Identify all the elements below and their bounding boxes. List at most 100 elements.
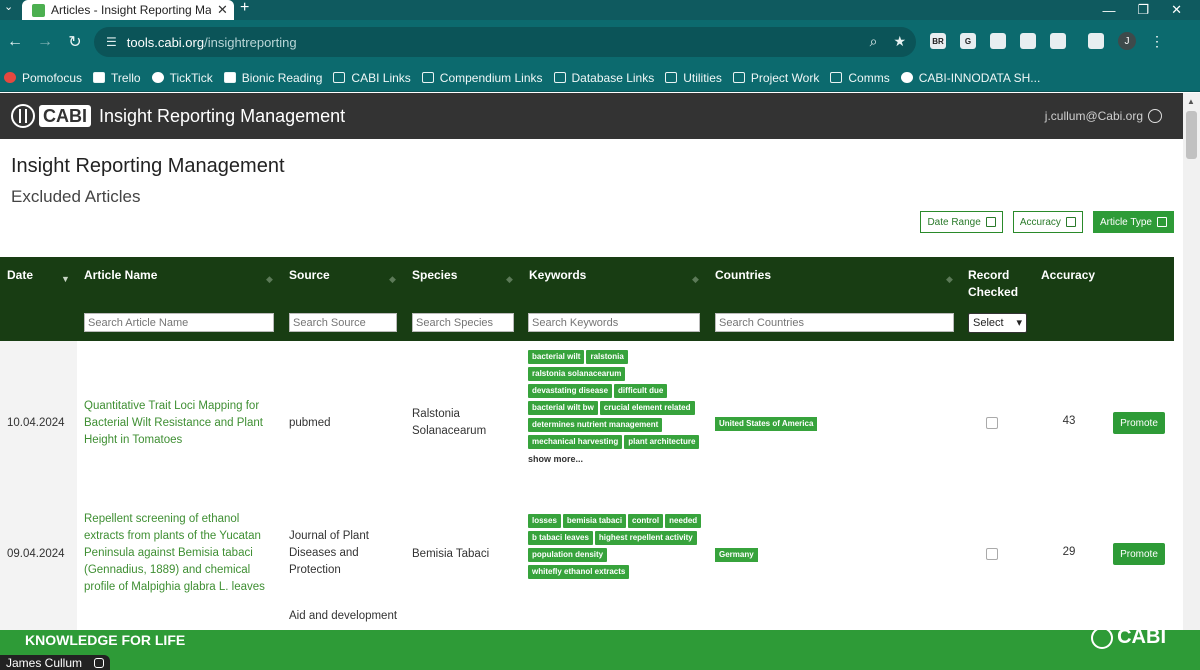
promote-button[interactable]: Promote xyxy=(1113,543,1165,565)
browser-tab-articles[interactable]: Articles - Insight Reporting Mar ✕ xyxy=(22,0,234,20)
sort-icon[interactable]: ◆ xyxy=(692,274,699,285)
article-name-link[interactable]: Quantitative Trait Loci Mapping for Bact… xyxy=(84,398,274,449)
species-cell: Bemisia Tabaci xyxy=(412,548,490,560)
sort-icon[interactable]: ◆ xyxy=(506,274,513,285)
table-header: Date ▼ Article Name ◆ Source ◆ Species ◆… xyxy=(0,257,1174,341)
sort-desc-icon[interactable]: ▼ xyxy=(61,274,70,284)
bookmark-folder-database-links[interactable]: Database Links xyxy=(552,71,664,85)
address-bar[interactable]: ☰ tools.cabi.org/insightreporting ⌕ ★ xyxy=(94,27,916,57)
date-range-button[interactable]: Date Range xyxy=(920,211,1003,233)
keyword-tag: ralstonia solanacearum xyxy=(528,367,626,381)
column-header-article-name[interactable]: Article Name xyxy=(84,267,157,284)
date-range-label: Date Range xyxy=(927,216,981,228)
article-line[interactable]: Height in Tomatoes xyxy=(84,432,274,449)
bookmark-label: Bionic Reading xyxy=(241,70,323,85)
article-line[interactable]: extracts from plants of the Yucatan xyxy=(84,528,274,545)
source-cell: Aid and development xyxy=(289,610,398,622)
tab-search-icon[interactable]: ⌄ xyxy=(4,0,13,13)
sort-icon[interactable]: ◆ xyxy=(946,274,953,285)
forward-icon[interactable]: → xyxy=(30,33,60,51)
article-line[interactable]: profile of Malpighia glabra L. leaves xyxy=(84,579,274,596)
search-keywords-input[interactable] xyxy=(528,313,700,332)
record-checked-checkbox[interactable] xyxy=(986,417,998,429)
bookmark-cabi-innodata[interactable]: CABI-INNODATA SH... xyxy=(899,71,1050,85)
minimize-icon[interactable]: — xyxy=(1102,3,1115,18)
column-header-source[interactable]: Source xyxy=(289,267,330,284)
profile-avatar[interactable]: J xyxy=(1118,32,1136,50)
search-article-name-input[interactable] xyxy=(84,313,274,332)
zoom-icon[interactable]: ⌕ xyxy=(870,33,878,50)
record-checked-select[interactable]: Select xyxy=(968,313,1027,333)
browser-toolbar: ← → ↻ ☰ tools.cabi.org/insightreporting … xyxy=(0,20,1200,64)
column-header-accuracy[interactable]: Accuracy xyxy=(1041,267,1095,284)
column-header-species[interactable]: Species xyxy=(412,267,457,284)
user-account-icon[interactable] xyxy=(1148,109,1162,123)
tab-title: Articles - Insight Reporting Mar xyxy=(51,3,211,17)
user-email[interactable]: j.cullum@Cabi.org xyxy=(1045,109,1143,123)
keyword-tag: highest repellent activity xyxy=(594,531,697,545)
bionic-reading-extension-icon[interactable]: BR xyxy=(930,33,946,49)
extension-icons: BR G J ⋮ xyxy=(930,32,1164,50)
keyword-tag: crucial element related xyxy=(599,401,695,415)
article-type-button[interactable]: Article Type xyxy=(1092,211,1174,233)
record-checked-checkbox[interactable] xyxy=(986,548,998,560)
article-name-link[interactable]: Repellent screening of ethanol extracts … xyxy=(84,511,274,596)
translate-extension-icon[interactable]: G xyxy=(960,33,976,49)
source-line: Protection xyxy=(289,564,341,576)
back-icon[interactable]: ← xyxy=(0,33,30,51)
search-countries-input[interactable] xyxy=(715,313,954,332)
bookmark-star-icon[interactable]: ★ xyxy=(893,33,906,50)
bookmark-folder-cabi-links[interactable]: CABI Links xyxy=(331,71,419,85)
keyword-tag: bacterial wilt xyxy=(528,350,585,364)
article-line[interactable]: Bacterial Wilt Resistance and Plant xyxy=(84,415,274,432)
bookmark-pomofocus[interactable]: Pomofocus xyxy=(2,71,91,85)
bookmark-bionic-reading[interactable]: Bionic Reading xyxy=(222,71,332,85)
new-tab-icon[interactable]: + xyxy=(240,0,249,17)
bookmark-label: CABI-INNODATA SH... xyxy=(918,70,1041,85)
search-species-input[interactable] xyxy=(412,313,514,332)
puzzle-extensions-icon[interactable] xyxy=(1050,33,1066,49)
record-label: Record xyxy=(968,268,1010,282)
window-close-icon[interactable]: ✕ xyxy=(1171,2,1182,18)
keyword-tag: whitefly ethanol extracts xyxy=(528,565,630,579)
clipboard-extension-icon[interactable] xyxy=(1020,33,1036,49)
accuracy-button[interactable]: Accuracy xyxy=(1012,211,1083,233)
sort-icon[interactable]: ◆ xyxy=(389,274,396,285)
search-source-input[interactable] xyxy=(289,313,397,332)
bookmark-folder-comms[interactable]: Comms xyxy=(828,71,898,85)
article-line[interactable]: (Gennadius, 1889) and chemical xyxy=(84,562,274,579)
promote-button[interactable]: Promote xyxy=(1113,412,1165,434)
site-info-icon[interactable]: ☰ xyxy=(106,35,117,49)
bookmark-folder-utilities[interactable]: Utilities xyxy=(663,71,731,85)
restore-icon[interactable]: ❐ xyxy=(1137,2,1149,18)
cabi-logo-text: CABI xyxy=(39,105,91,127)
side-panel-icon[interactable] xyxy=(1088,33,1104,49)
keyword-tag: determines nutrient management xyxy=(528,418,663,432)
tab-close-icon[interactable]: ✕ xyxy=(217,2,228,18)
sort-icon[interactable]: ◆ xyxy=(266,274,273,285)
column-header-record-checked[interactable]: Record Checked xyxy=(968,267,1018,301)
bookmark-label: Comms xyxy=(848,70,890,85)
article-line[interactable]: Peninsula against Bemisia tabaci xyxy=(84,545,274,562)
url-path: /insightreporting xyxy=(204,34,297,50)
cabi-logo-icon xyxy=(11,104,35,128)
bookmark-folder-project-work[interactable]: Project Work xyxy=(731,71,828,85)
reload-icon[interactable]: ↻ xyxy=(60,32,90,52)
keyword-tag: ralstonia xyxy=(586,350,628,364)
bookmark-ticktick[interactable]: TickTick xyxy=(150,71,222,85)
show-more-link[interactable]: show more... xyxy=(528,454,708,464)
page-scrollbar[interactable]: ▲ xyxy=(1183,93,1200,633)
browser-menu-icon[interactable]: ⋮ xyxy=(1150,33,1164,50)
column-header-date[interactable]: Date xyxy=(7,267,33,284)
article-line[interactable]: Repellent screening of ethanol xyxy=(84,511,274,528)
bookmark-trello[interactable]: Trello xyxy=(91,71,150,85)
article-line[interactable]: Quantitative Trait Loci Mapping for xyxy=(84,398,274,415)
scroll-thumb[interactable] xyxy=(1186,111,1197,159)
column-header-keywords[interactable]: Keywords xyxy=(529,267,586,284)
bookmark-folder-compendium-links[interactable]: Compendium Links xyxy=(420,71,552,85)
bookmark-label: Compendium Links xyxy=(439,70,543,85)
extension-icon[interactable] xyxy=(990,33,1006,49)
footer-tagline: KNOWLEDGE FOR LIFE xyxy=(25,632,186,648)
column-header-countries[interactable]: Countries xyxy=(715,267,771,284)
scroll-up-icon[interactable]: ▲ xyxy=(1187,97,1195,106)
